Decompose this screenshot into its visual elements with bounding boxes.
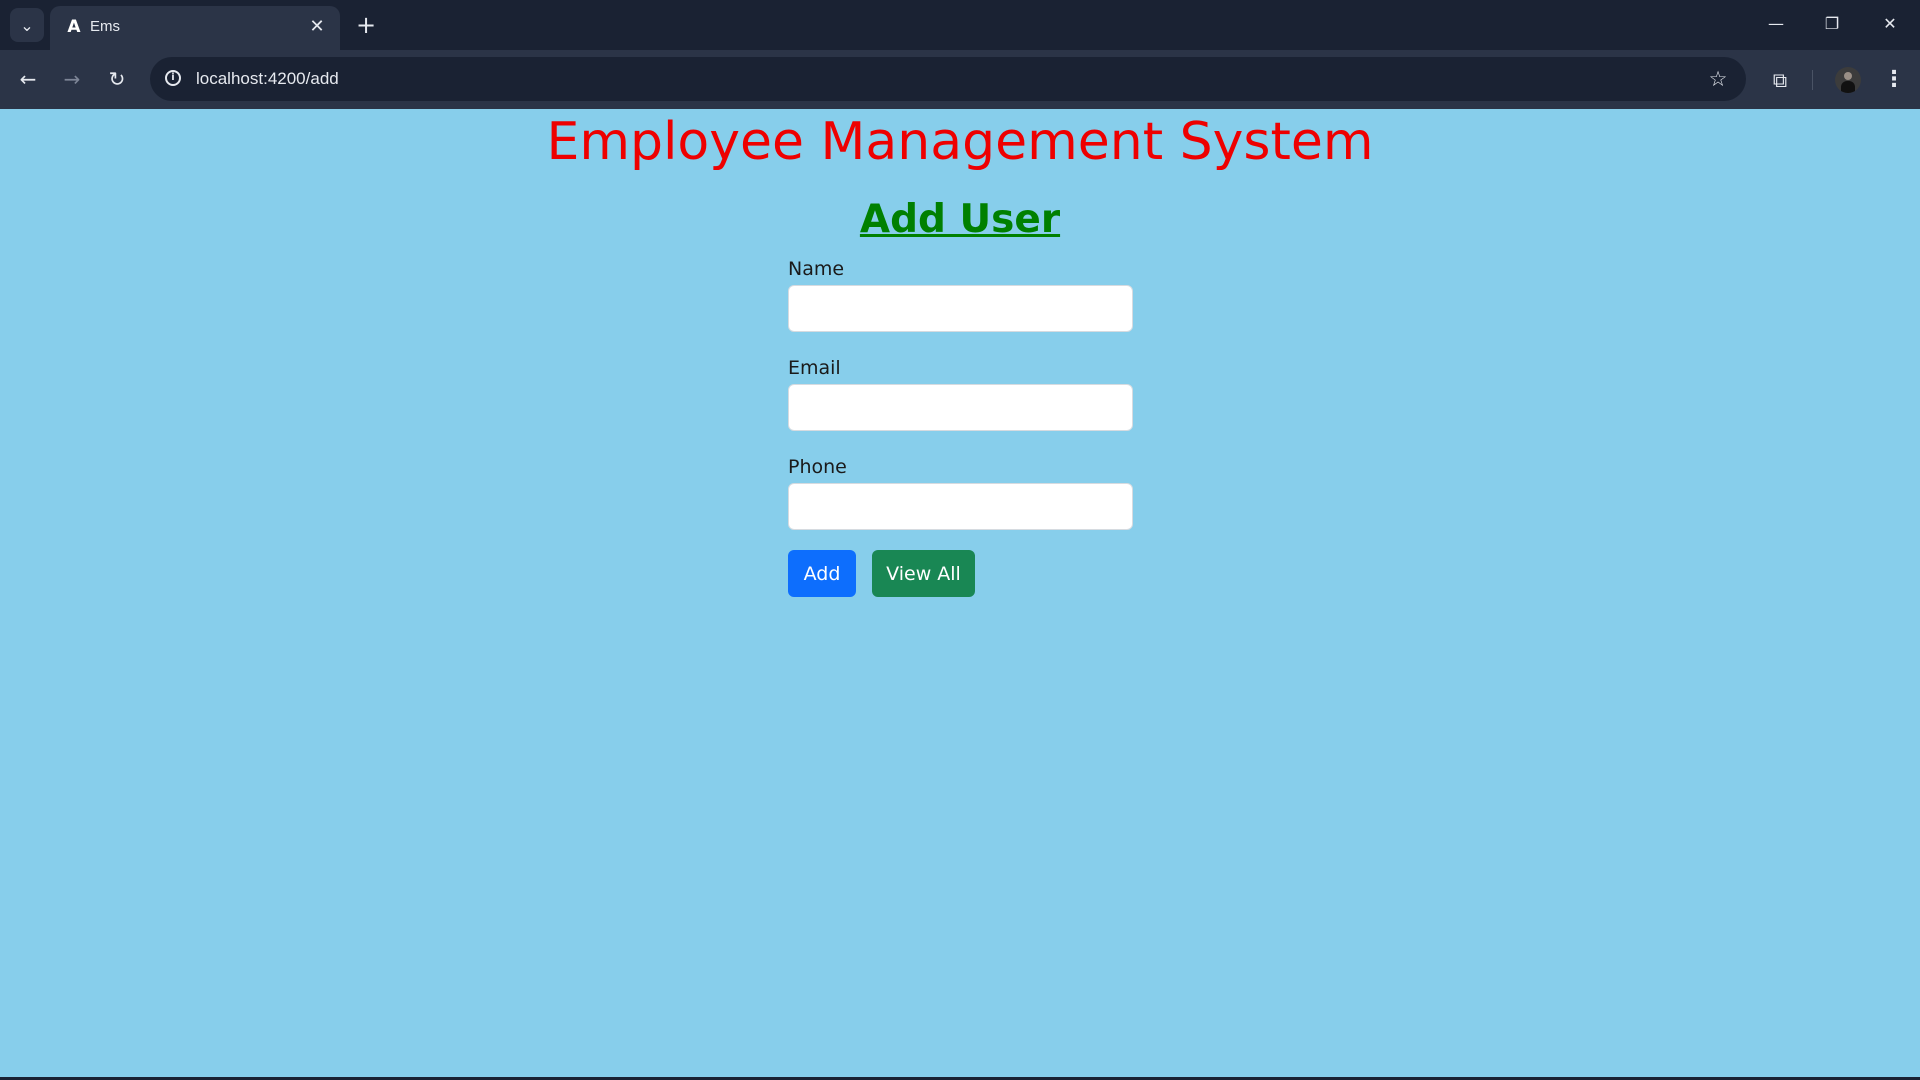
star-icon[interactable]: ☆: [1704, 65, 1732, 93]
plus-icon[interactable]: +: [354, 10, 378, 40]
address-bar[interactable]: i localhost:4200/add ☆: [150, 57, 1746, 101]
phone-input[interactable]: [788, 483, 1133, 530]
browser-chrome: ⌄ A Ems ✕ + — ❐ ✕ ← → ↻ i localhost:4200…: [0, 0, 1920, 109]
arrow-left-icon[interactable]: ←: [10, 61, 46, 97]
phone-label: Phone: [788, 456, 847, 478]
page-content: Employee Management System Add User Name…: [0, 109, 1920, 1077]
page-title: Employee Management System: [546, 112, 1374, 172]
browser-tab[interactable]: A Ems ✕: [50, 6, 340, 50]
email-label: Email: [788, 357, 841, 379]
info-icon[interactable]: i: [160, 65, 188, 93]
tab-bar: ⌄ A Ems ✕ + — ❐ ✕: [0, 0, 1920, 50]
puzzle-icon[interactable]: ⧉: [1764, 64, 1796, 96]
toolbar-divider: [1812, 70, 1813, 90]
close-icon[interactable]: ✕: [306, 16, 328, 38]
minimize-icon[interactable]: —: [1754, 8, 1798, 40]
name-input[interactable]: [788, 285, 1133, 332]
angular-logo-icon: A: [67, 17, 81, 37]
close-window-icon[interactable]: ✕: [1868, 8, 1912, 40]
reload-icon[interactable]: ↻: [99, 61, 135, 97]
add-button[interactable]: Add: [788, 550, 856, 597]
email-input[interactable]: [788, 384, 1133, 431]
view-all-button[interactable]: View All: [872, 550, 975, 597]
form-heading: Add User: [859, 197, 1061, 242]
browser-toolbar: ← → ↻ i localhost:4200/add ☆ ⧉ ⋮: [0, 50, 1920, 109]
tab-title: Ems: [90, 18, 120, 35]
url-text[interactable]: localhost:4200/add: [196, 69, 339, 89]
add-user-form: Name Email Phone Add View All: [788, 257, 1133, 597]
name-label: Name: [788, 258, 845, 280]
name-field-group: Name: [788, 257, 1133, 332]
chevron-down-icon[interactable]: ⌄: [10, 8, 44, 42]
form-buttons: Add View All: [788, 550, 1133, 597]
avatar[interactable]: [1835, 67, 1861, 93]
restore-icon[interactable]: ❐: [1810, 8, 1854, 40]
phone-field-group: Phone: [788, 455, 1133, 530]
more-vertical-icon[interactable]: ⋮: [1880, 64, 1908, 96]
email-field-group: Email: [788, 356, 1133, 431]
arrow-right-icon[interactable]: →: [54, 61, 90, 97]
